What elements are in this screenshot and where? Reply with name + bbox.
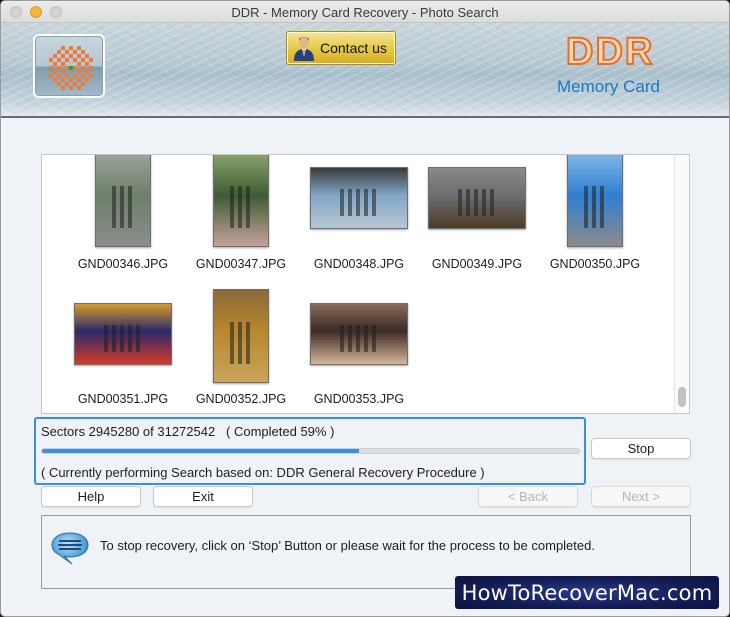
progress-bar-fill (42, 449, 359, 453)
photo-filename: GND00353.JPG (313, 392, 405, 406)
back-button[interactable]: < Back (478, 486, 578, 507)
help-button[interactable]: Help (41, 486, 141, 507)
photo-subject (339, 325, 379, 352)
photo-item[interactable]: GND00349.JPG (418, 155, 536, 413)
photo-thumbnail[interactable] (213, 289, 269, 383)
photo-subject (584, 186, 606, 228)
progress-bar (41, 448, 580, 454)
photo-filename: GND00349.JPG (431, 257, 523, 271)
photo-item[interactable]: GND00351.JPG (64, 155, 182, 413)
contact-us-label: Contact us (320, 40, 387, 56)
photo-thumbnail[interactable] (310, 303, 408, 365)
photo-filename: GND00352.JPG (195, 392, 287, 406)
watermark-banner: HowToRecoverMac.com (455, 576, 719, 609)
person-icon (294, 36, 314, 61)
photo-subject (103, 325, 143, 352)
photo-thumbnail[interactable] (567, 155, 623, 247)
speech-bubble-icon (51, 532, 89, 565)
brand-subtitle: Memory Card (557, 77, 660, 96)
vertical-scrollbar[interactable] (674, 155, 689, 413)
photo-item[interactable]: GND00353.JPG (300, 155, 418, 413)
stop-button[interactable]: Stop (591, 438, 691, 459)
app-logo (33, 34, 105, 98)
photo-filename: GND00350.JPG (549, 257, 641, 271)
exit-button[interactable]: Exit (153, 486, 253, 507)
info-message: To stop recovery, click on ‘Stop’ Button… (100, 538, 595, 553)
photo-grid: GND00346.JPG GND00347.JPG GND00348.JPG GND0… (41, 154, 690, 414)
window-title: DDR - Memory Card Recovery - Photo Searc… (231, 5, 499, 20)
title-bar: DDR - Memory Card Recovery - Photo Searc… (1, 1, 729, 23)
scrollbar-thumb[interactable] (678, 387, 686, 407)
progress-panel: Sectors 2945280 of 31272542 ( Completed … (34, 417, 586, 485)
app-window: DDR - Memory Card Recovery - Photo Searc… (0, 0, 730, 617)
brand-name: DDR (565, 30, 655, 74)
photo-subject (457, 189, 497, 216)
header-banner: Contact us DDR Memory Card (1, 23, 729, 118)
ddr-logo-icon (49, 46, 93, 90)
next-button[interactable]: Next > (591, 486, 691, 507)
photo-item[interactable]: GND00352.JPG (182, 155, 300, 413)
photo-subject (230, 322, 252, 364)
current-procedure-text: ( Currently performing Search based on: … (41, 465, 485, 480)
photo-filename: GND00351.JPG (77, 392, 169, 406)
contact-us-button[interactable]: Contact us (286, 31, 396, 65)
photo-thumbnail[interactable] (74, 303, 172, 365)
photo-thumbnail[interactable] (428, 167, 526, 229)
photo-item[interactable]: GND00350.JPG (536, 155, 654, 413)
sectors-status: Sectors 2945280 of 31272542 ( Completed … (41, 424, 335, 439)
